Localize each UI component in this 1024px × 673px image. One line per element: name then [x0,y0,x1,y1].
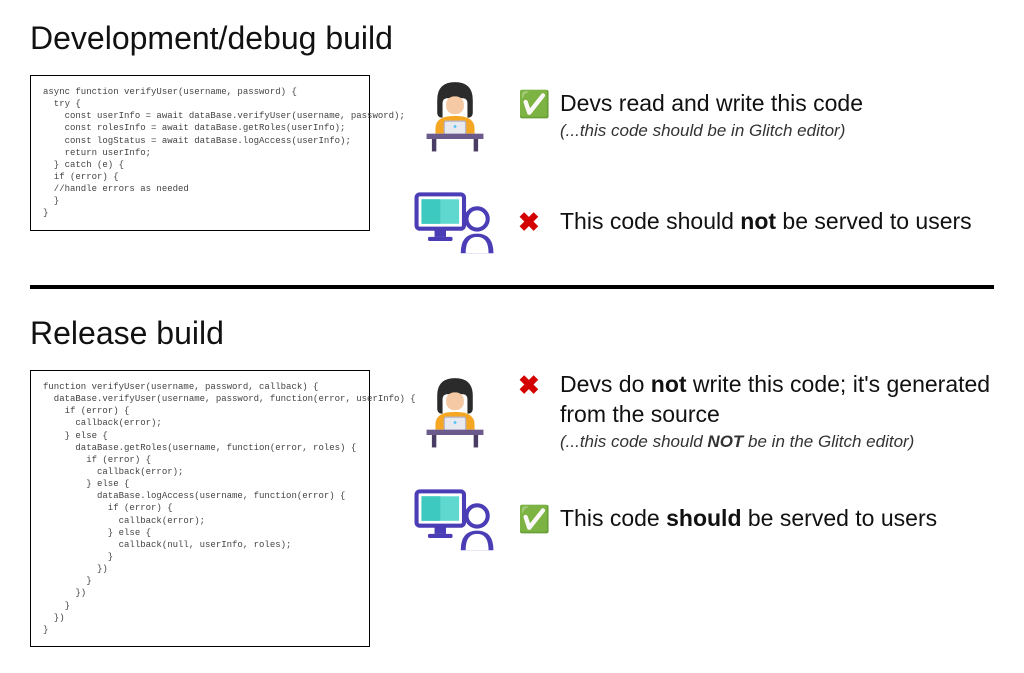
release-item-users: ✅ This code should be served to users [410,480,994,560]
dev-item2-main: This code should not be served to users [560,207,972,237]
dev-row: async function verifyUser(username, pass… [30,75,994,263]
release-code-box: function verifyUser(username, password, … [30,370,370,647]
release-info-col: ✖ Devs do not write this code; it's gene… [410,370,994,560]
user-computer-icon [410,183,500,263]
section-divider [30,285,994,289]
release-item1-main: Devs do not write this code; it's genera… [560,370,994,430]
release-row: function verifyUser(username, password, … [30,370,994,647]
user-computer-icon [410,480,500,560]
dev-item-users: ✖ This code should not be served to user… [410,183,994,263]
development-section: Development/debug build async function v… [30,20,994,263]
developer-icon [410,75,500,155]
dev-item-devs: ✅ Devs read and write this code (...this… [410,75,994,155]
dev-item1-sub: (...this code should be in Glitch editor… [560,121,863,141]
cross-icon: ✖ [518,370,548,401]
check-icon: ✅ [518,89,548,120]
release-title: Release build [30,315,994,352]
release-item2-status: ✅ This code should be served to users [518,504,994,535]
check-icon: ✅ [518,504,548,535]
release-section: Release build function verifyUser(userna… [30,315,994,647]
dev-item1-status: ✅ Devs read and write this code (...this… [518,89,994,141]
dev-info-col: ✅ Devs read and write this code (...this… [410,75,994,263]
release-item1-sub: (...this code should NOT be in the Glitc… [560,432,994,452]
dev-item2-status: ✖ This code should not be served to user… [518,207,994,238]
release-item2-main: This code should be served to users [560,504,937,534]
release-item1-status: ✖ Devs do not write this code; it's gene… [518,370,994,452]
dev-item1-text: Devs read and write this code (...this c… [560,89,863,141]
cross-icon: ✖ [518,207,548,238]
dev-code-box: async function verifyUser(username, pass… [30,75,370,231]
release-item1-text: Devs do not write this code; it's genera… [560,370,994,452]
dev-title: Development/debug build [30,20,994,57]
release-item-devs: ✖ Devs do not write this code; it's gene… [410,370,994,452]
developer-icon [410,371,500,451]
dev-item1-main: Devs read and write this code [560,89,863,119]
